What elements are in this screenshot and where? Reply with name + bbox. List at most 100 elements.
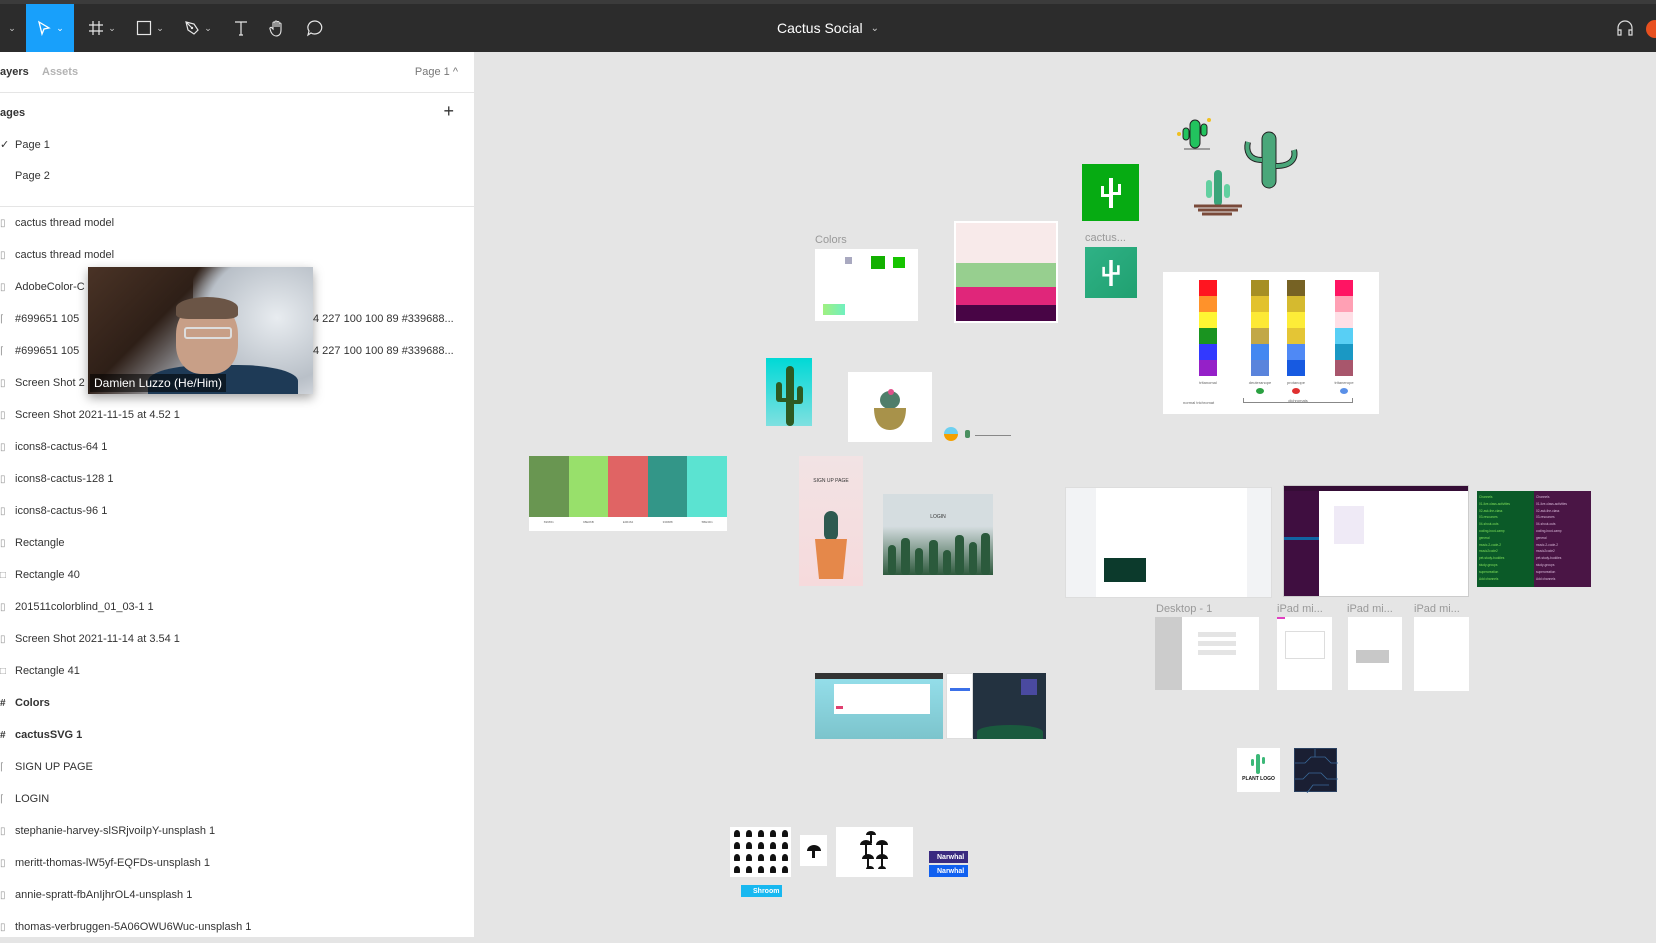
- colorblind-swatch: [1251, 280, 1269, 296]
- hand-tool-button[interactable]: [262, 4, 292, 52]
- ipad-frame-3[interactable]: [1414, 617, 1469, 691]
- layer-row[interactable]: ▯ meritt-thomas-lW5yf-EQFDs-unsplash 1: [0, 847, 474, 879]
- ipad-frame-2[interactable]: [1348, 617, 1402, 690]
- page-switcher[interactable]: Page 1 ^: [415, 66, 458, 78]
- layer-row[interactable]: ▯ annie-spratt-fbAnIjhrOL4-unsplash 1: [0, 879, 474, 911]
- mushroom-glyph: [770, 866, 776, 873]
- cactus-icon-tile-1[interactable]: [1082, 164, 1139, 221]
- page-item-1[interactable]: ✓ Page 1: [0, 138, 50, 151]
- desert-circle-icon[interactable]: [944, 427, 958, 441]
- layer-row[interactable]: ▯ cactus thread model: [0, 207, 474, 239]
- video-call-overlay[interactable]: Damien Luzzo (He/Him): [88, 267, 313, 394]
- mushroom-glyph: [734, 830, 740, 837]
- cactus-sketch-illustration[interactable]: [1240, 130, 1300, 190]
- frame-label-ipad-2[interactable]: iPad mi...: [1347, 603, 1393, 615]
- colorblind-swatch: [1335, 296, 1353, 312]
- palette-stack[interactable]: [954, 221, 1058, 323]
- add-page-button[interactable]: +: [443, 101, 454, 122]
- frame-label-ipad-1[interactable]: iPad mi...: [1277, 603, 1323, 615]
- layer-label: LOGIN: [15, 793, 50, 805]
- cactus-desert-illustration[interactable]: [1192, 168, 1244, 216]
- mushroom-circle-image[interactable]: [836, 827, 913, 877]
- cactus-pot-photo[interactable]: [848, 372, 932, 442]
- image-layer-icon: ▯: [0, 633, 6, 645]
- mushroom-icon-set[interactable]: [730, 827, 791, 877]
- dark-circuit-image[interactable]: [1294, 748, 1338, 794]
- user-avatar[interactable]: [1646, 20, 1656, 38]
- ipad-frame-1[interactable]: [1277, 617, 1332, 690]
- layer-row[interactable]: ▯ stephanie-harvey-slSRjvoiIpY-unsplash 1: [0, 815, 474, 847]
- layers-panel: ayers Assets Page 1 ^ ages + ✓ Page 1 Pag…: [0, 52, 475, 937]
- frame-label-desktop[interactable]: Desktop - 1: [1156, 603, 1212, 615]
- color-palette-strip[interactable]: 699651 98E06B E06464 339688 5BE3D1: [529, 456, 727, 531]
- color-swatch: [823, 304, 845, 315]
- hand-icon: [269, 20, 282, 37]
- layer-row[interactable]: ▯ thomas-verbruggen-5A06OWU6Wuc-unsplash …: [0, 911, 474, 943]
- shape-tool-button[interactable]: ⌄: [132, 4, 168, 52]
- mongodb-illustration[interactable]: [973, 673, 1046, 739]
- layer-row[interactable]: ▯ icons8-cactus-128 1: [0, 463, 474, 495]
- cactus-icon-tile-2[interactable]: [1085, 247, 1137, 298]
- page-item-2[interactable]: Page 2: [0, 170, 50, 182]
- audio-button[interactable]: [1610, 4, 1640, 52]
- cactus-photo-teal[interactable]: [766, 358, 812, 426]
- chevron-down-icon[interactable]: ⌄: [871, 23, 879, 34]
- layer-row[interactable]: ⌈ LOGIN: [0, 783, 474, 815]
- palette-hex-label: 699651: [543, 520, 554, 524]
- image-layer-icon: ▯: [0, 601, 6, 613]
- mushroom-glyph: [758, 854, 764, 861]
- discord-screenshot[interactable]: [1065, 487, 1272, 598]
- main-menu-button[interactable]: ⌄: [0, 4, 20, 52]
- tiny-cactus-icon[interactable]: [965, 430, 970, 438]
- pen-tool-button[interactable]: ⌄: [180, 4, 216, 52]
- frame-label-colors[interactable]: Colors: [815, 234, 847, 246]
- layer-label: #699651 105: [15, 345, 80, 357]
- layer-row[interactable]: ⌈ SIGN UP PAGE: [0, 751, 474, 783]
- desktop-frame[interactable]: [1155, 617, 1259, 690]
- layer-row[interactable]: # cactusSVG 1: [0, 719, 474, 751]
- layer-row[interactable]: ▯ icons8-cactus-64 1: [0, 431, 474, 463]
- layer-row[interactable]: □ Rectangle 41: [0, 655, 474, 687]
- frame-label-ipad-3[interactable]: iPad mi...: [1414, 603, 1460, 615]
- tab-layers[interactable]: ayers: [0, 66, 29, 78]
- mushroom-icon[interactable]: [800, 835, 827, 866]
- login-page-frame[interactable]: LOGIN: [883, 494, 993, 575]
- frame-label-cactus[interactable]: cactus...: [1085, 232, 1126, 244]
- layer-label: AdobeColor-C: [15, 281, 85, 293]
- pages-section: ages + ✓ Page 1 Page 2: [0, 93, 474, 207]
- text-layer-icon: ⌈: [0, 345, 4, 357]
- signup-page-frame[interactable]: SIGN UP PAGE: [799, 456, 863, 586]
- mongodb-login-screenshot[interactable]: [946, 673, 973, 739]
- mushroom-glyph: [770, 830, 776, 837]
- colorblind-swatch: [1335, 360, 1353, 376]
- layer-row[interactable]: ▯ 201511colorblind_01_03-1 1: [0, 591, 474, 623]
- rectangle-layer-icon: □: [0, 569, 7, 581]
- channels-comparison[interactable]: Channels 01-live-class-activities 02-ask-t…: [1477, 491, 1591, 587]
- text-tool-button[interactable]: [226, 4, 256, 52]
- frame-tool-button[interactable]: ⌄: [84, 4, 120, 52]
- color-swatch: [893, 257, 905, 268]
- file-title-text[interactable]: Cactus Social: [777, 20, 863, 36]
- cactus-illustration-small[interactable]: [1176, 114, 1214, 152]
- narwhal-logo-blue[interactable]: Narwhal: [929, 865, 968, 877]
- comment-tool-button[interactable]: [300, 4, 330, 52]
- narwhal-logo-dark[interactable]: Narwhal: [929, 851, 968, 863]
- layer-row[interactable]: ▯ Rectangle: [0, 527, 474, 559]
- layer-row[interactable]: ▯ Screen Shot 2021-11-14 at 3.54 1: [0, 623, 474, 655]
- layer-row[interactable]: ▯ Screen Shot 2021-11-15 at 4.52 1: [0, 399, 474, 431]
- signin-screenshot[interactable]: [815, 673, 943, 739]
- layer-label: cactus thread model: [15, 217, 115, 229]
- participant-name: Damien Luzzo (He/Him): [90, 374, 227, 392]
- tab-assets[interactable]: Assets: [42, 66, 78, 78]
- layer-row[interactable]: ▯ icons8-cactus-96 1: [0, 495, 474, 527]
- plant-logo[interactable]: PLANT LOGO: [1237, 748, 1280, 792]
- colors-frame[interactable]: [815, 249, 918, 321]
- image-layer-icon: ▯: [0, 377, 6, 389]
- shroom-logo[interactable]: Shroom: [741, 885, 782, 897]
- layer-row[interactable]: # Colors: [0, 687, 474, 719]
- layer-row[interactable]: □ Rectangle 40: [0, 559, 474, 591]
- saguaro-image: [776, 366, 803, 426]
- move-tool-button[interactable]: ⌄: [26, 4, 74, 52]
- slack-screenshot[interactable]: [1283, 485, 1469, 597]
- colorblind-chart-image[interactable]: tritanomal deuteranope protanope tritanerop…: [1163, 272, 1379, 414]
